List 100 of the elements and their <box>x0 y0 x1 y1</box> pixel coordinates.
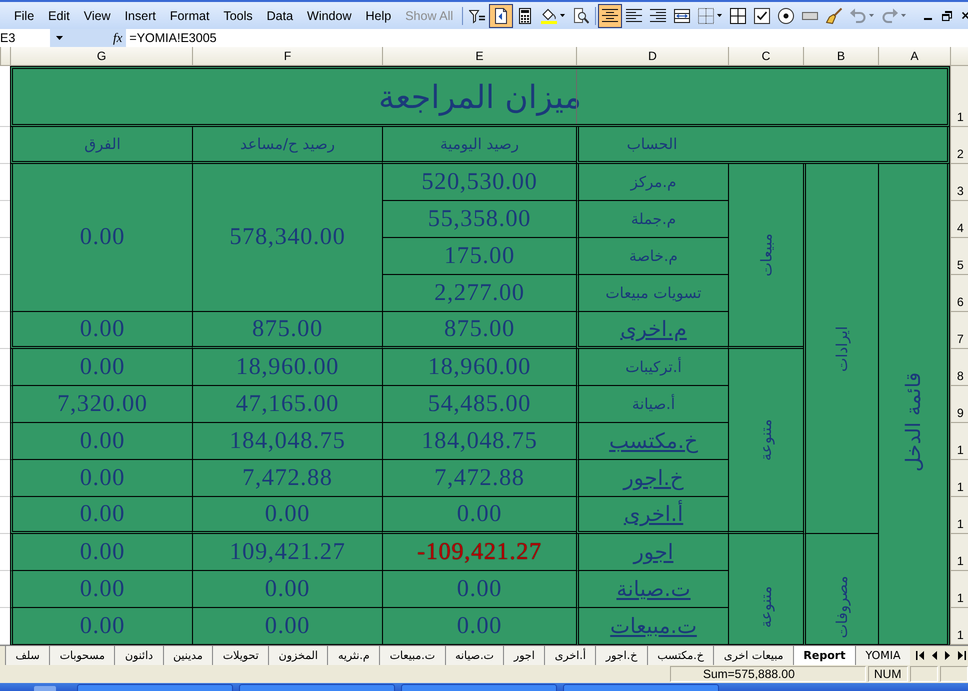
column-heading: الحساب <box>576 127 950 164</box>
close-icon[interactable] <box>962 12 968 19</box>
table-cell: 47,165.00 <box>192 386 382 423</box>
table-cell: 0.00 <box>10 460 192 497</box>
row-header[interactable]: 1 <box>950 423 968 460</box>
column-heading: رصيد اليومية <box>382 127 576 164</box>
row-header[interactable]: 1 <box>950 534 968 571</box>
row-header[interactable]: 1 <box>950 66 968 127</box>
column-header[interactable]: B <box>803 47 878 66</box>
table-cell: 0.00 <box>10 497 192 534</box>
name-box[interactable]: E3 <box>0 29 50 47</box>
magnifier-icon <box>573 8 590 24</box>
sheet-tab[interactable]: ت.مبيعات <box>379 646 445 665</box>
sheet-tab[interactable]: ت.صيانه <box>444 646 504 665</box>
column-header[interactable]: G <box>10 47 192 66</box>
restore-icon[interactable] <box>942 10 952 20</box>
formula-field[interactable]: =YOMIA!E3005 <box>126 29 968 47</box>
status-panel <box>910 666 938 682</box>
row-header[interactable]: 9 <box>950 386 968 423</box>
column-heading: الفرق <box>10 127 192 164</box>
skip-end-icon[interactable] <box>958 651 966 660</box>
row-header[interactable]: 7 <box>950 312 968 349</box>
sheet-tab[interactable]: خ.اجور <box>595 646 647 665</box>
caret-icon <box>901 14 906 17</box>
calculator-icon <box>517 8 534 24</box>
filter-icon <box>469 8 486 24</box>
sheet-tab[interactable]: مبيعات اخرى <box>713 646 793 665</box>
table-cell: 0.00 <box>192 608 382 645</box>
table-cell: 18,960.00 <box>382 349 576 386</box>
align-center-icon <box>602 8 618 24</box>
row-header[interactable]: 1 <box>950 571 968 608</box>
table-cell: مبيعات <box>728 164 803 349</box>
menu-item[interactable]: Insert <box>118 8 163 24</box>
sheet-tab[interactable]: مدينين <box>162 646 212 665</box>
menu-item[interactable]: Edit <box>41 8 77 24</box>
row-header[interactable]: 1 <box>950 497 968 534</box>
table-cell: أ.صيانة <box>576 386 728 423</box>
toolbar-button[interactable] <box>489 4 514 28</box>
column-header[interactable]: C <box>728 47 803 66</box>
triangle-left-icon[interactable] <box>932 651 937 660</box>
sheet-tab[interactable]: المخزون <box>268 646 328 665</box>
menu-item[interactable]: View <box>76 8 118 24</box>
column-heading: رصيد ح/مساعد <box>192 127 382 164</box>
table-cell: 54,485.00 <box>382 386 576 423</box>
menu-item[interactable]: Tools <box>216 8 260 24</box>
row-header[interactable]: 1 <box>950 460 968 497</box>
table-cell: 7,320.00 <box>10 386 192 423</box>
menu-item[interactable]: Help <box>358 8 398 24</box>
row-header[interactable]: 2 <box>950 127 968 164</box>
table-cell: 55,358.00 <box>382 201 576 238</box>
sheet-tab[interactable]: اجور <box>503 646 544 665</box>
sheet-tab[interactable]: تحويلات <box>212 646 268 665</box>
toolbar-button[interactable] <box>598 4 622 28</box>
radio-icon <box>778 8 794 24</box>
align-right-icon <box>650 8 666 24</box>
table-cell: 0.00 <box>10 571 192 608</box>
row-header[interactable]: 3 <box>950 164 968 201</box>
table-cell: 875.00 <box>382 312 576 349</box>
column-header[interactable]: D <box>576 47 728 66</box>
sheet-tab[interactable]: مسحوبات <box>49 646 114 665</box>
row-header[interactable]: 8 <box>950 349 968 386</box>
sheet-tab[interactable]: م.نثريه <box>327 646 380 665</box>
caret-icon[interactable] <box>56 36 63 40</box>
insert-function-button[interactable]: fx <box>113 29 122 47</box>
table-cell: متنوعة <box>728 534 803 645</box>
menu-item[interactable]: Data <box>260 8 300 24</box>
table-cell: 18,960.00 <box>192 349 382 386</box>
sum-readout: Sum=575,888.00 <box>670 666 866 682</box>
table-cell: 0.00 <box>382 571 576 608</box>
column-header[interactable]: E <box>382 47 576 66</box>
menu-item[interactable]: Window <box>300 8 358 24</box>
num-lock-indicator: NUM <box>868 666 908 682</box>
brush-icon <box>826 8 842 24</box>
table-cell: 0.00 <box>10 349 192 386</box>
column-header[interactable]: F <box>192 47 382 66</box>
table-cell: م.خاصة <box>576 238 728 275</box>
row-header[interactable]: 5 <box>950 238 968 275</box>
skip-start-icon[interactable] <box>916 651 924 660</box>
row-header[interactable]: 4 <box>950 201 968 238</box>
menu-item[interactable]: File <box>7 8 42 24</box>
table-cell: م.مركز <box>576 164 728 201</box>
table-cell: 184,048.75 <box>192 423 382 460</box>
column-header[interactable]: A <box>878 47 950 66</box>
row-header[interactable]: 6 <box>950 275 968 312</box>
redo-icon <box>882 8 898 24</box>
sheet-tab[interactable]: Report <box>792 646 855 665</box>
row-header[interactable]: 1 <box>950 608 968 645</box>
sheet-tab[interactable]: سلف <box>4 646 50 665</box>
table-cell: تسويات مبيعات <box>576 275 728 312</box>
sheet-tab[interactable]: YOMIA <box>854 646 910 665</box>
table-cell: 0.00 <box>10 423 192 460</box>
sheet-tab[interactable]: أ.اخرى <box>544 646 596 665</box>
table-cell: 7,472.88 <box>382 460 576 497</box>
table-cell: 520,530.00 <box>382 164 576 201</box>
sheet-tab[interactable]: خ.مكتسب <box>646 646 714 665</box>
table-cell: 0.00 <box>10 164 192 312</box>
merge-cells-icon <box>674 8 690 24</box>
triangle-right-icon[interactable] <box>945 651 950 660</box>
sheet-tab[interactable]: دائنون <box>114 646 163 665</box>
menu-item[interactable]: Format <box>162 8 216 24</box>
